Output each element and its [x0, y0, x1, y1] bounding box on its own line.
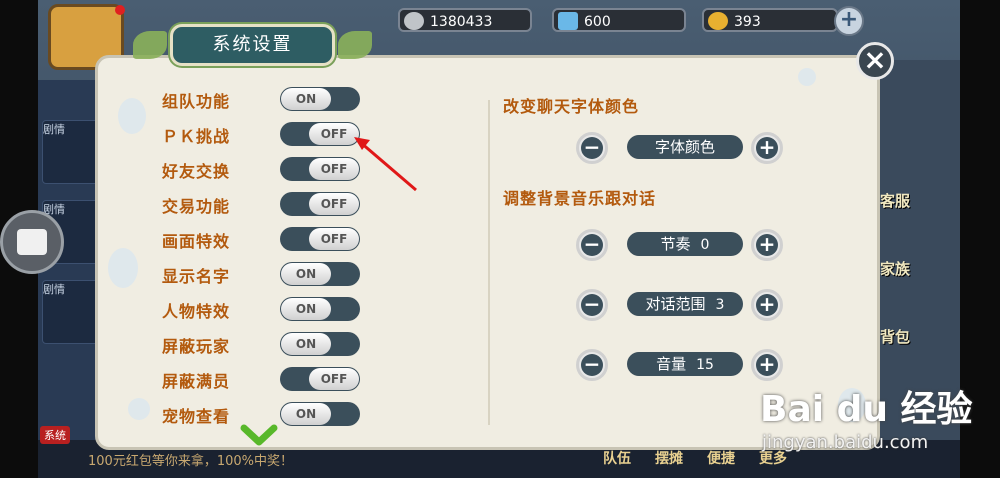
chat-color-heading: 改变聊天字体颜色 [503, 97, 640, 116]
gold-counter: 393 [702, 8, 838, 32]
crystal-value: 600 [584, 14, 611, 30]
gold-icon [708, 12, 728, 30]
plus-icon: + [756, 354, 778, 376]
decor-blob [108, 248, 138, 288]
bgm-value-box: 节奏 0 [627, 232, 743, 256]
toggle-knob: ON [281, 333, 331, 355]
silver-icon [404, 12, 424, 30]
family-label[interactable]: 家族 [880, 258, 910, 279]
bgm-minus-button[interactable]: − [576, 289, 608, 321]
chat-color-label: 字体颜色 [654, 138, 715, 156]
leaf-ornament-left [133, 31, 167, 59]
watermark-url: jingyan.baidu.com [762, 432, 929, 453]
chat-color-button[interactable]: 字体颜色 [627, 135, 743, 159]
option-label: 交易功能 [162, 197, 231, 216]
close-button[interactable]: × [856, 42, 894, 80]
option-label: 宠物查看 [162, 407, 231, 426]
silver-counter: 1380433 [398, 8, 532, 32]
toggle-knob: ON [281, 403, 331, 425]
bgm-label: 音量 [656, 355, 687, 373]
minus-icon: − [581, 234, 603, 256]
bgm-minus-button[interactable]: − [576, 229, 608, 261]
baidu-watermark: Bai du 经验 jingyan.baidu.com [760, 380, 990, 460]
stall-button[interactable]: 摆摊 [655, 448, 683, 468]
minus-icon: − [581, 354, 603, 376]
system-tag: 系统 [40, 426, 70, 444]
floating-assistant-button[interactable] [0, 210, 64, 274]
toggle-knob: ON [281, 88, 331, 110]
option-toggle[interactable]: ON [280, 87, 360, 111]
bgm-label: 节奏 [660, 235, 691, 253]
cat-icon [17, 229, 47, 255]
team-button[interactable]: 队伍 [603, 448, 631, 468]
option-label: 屏蔽满员 [162, 372, 231, 391]
quest-tag: 剧情 [43, 283, 65, 296]
bgm-heading: 调整背景音乐跟对话 [503, 189, 657, 208]
scroll-down-chevron-icon[interactable] [240, 422, 278, 448]
plus-icon: + [756, 234, 778, 256]
toggle-knob: OFF [309, 368, 359, 390]
bgm-value: 3 [715, 297, 725, 313]
minus-icon: − [581, 294, 603, 316]
option-toggle[interactable]: ON [280, 262, 360, 286]
option-label: 人物特效 [162, 302, 231, 321]
option-label: 显示名字 [162, 267, 231, 286]
bgm-value: 0 [700, 237, 710, 253]
option-toggle[interactable]: ON [280, 332, 360, 356]
plus-icon: + [756, 137, 778, 159]
gold-value: 393 [734, 14, 761, 30]
dialog-title: 系统设置 [212, 34, 293, 55]
chat-color-minus-button[interactable]: − [576, 132, 608, 164]
service-label[interactable]: 客服 [880, 190, 910, 211]
decor-blob [128, 398, 150, 420]
recharge-plus-button[interactable]: + [834, 6, 864, 36]
option-label: 画面特效 [162, 232, 231, 251]
ticker-text: 100元红包等你来拿，100%中奖！ [88, 454, 293, 469]
decor-blob [118, 98, 146, 134]
bgm-plus-button[interactable]: + [751, 349, 783, 381]
option-label: 好友交换 [162, 162, 231, 181]
close-icon: × [863, 43, 887, 76]
annotation-arrow [354, 137, 417, 192]
option-toggle[interactable]: OFF [280, 192, 360, 216]
minus-icon: − [581, 137, 603, 159]
panel-divider [488, 100, 490, 425]
quest-tag: 剧情 [43, 123, 65, 136]
bgm-plus-button[interactable]: + [751, 229, 783, 261]
toggle-knob: ON [281, 263, 331, 285]
option-label: 组队功能 [162, 92, 231, 111]
bgm-value-box: 音量 15 [627, 352, 743, 376]
bgm-plus-button[interactable]: + [751, 289, 783, 321]
leaf-ornament-right [338, 31, 372, 59]
chat-color-plus-button[interactable]: + [751, 132, 783, 164]
dialog-title-plate: 系统设置 [133, 24, 372, 66]
option-toggle[interactable]: OFF [280, 227, 360, 251]
bag-label[interactable]: 背包 [880, 326, 910, 347]
shortcut-button[interactable]: 便捷 [707, 448, 735, 468]
bgm-label: 对话范围 [645, 295, 706, 313]
bgm-value-box: 对话范围 3 [627, 292, 743, 316]
option-label: 屏蔽玩家 [162, 337, 231, 356]
option-toggle[interactable]: ON [280, 297, 360, 321]
toggle-knob: ON [281, 298, 331, 320]
crystal-icon [558, 12, 578, 30]
decor-blob [798, 68, 816, 86]
silver-value: 1380433 [430, 14, 493, 30]
watermark-brand: Bai du 经验 [760, 389, 973, 430]
notification-dot [115, 5, 125, 15]
option-label: ＰＫ挑战 [162, 127, 231, 146]
bgm-value: 15 [696, 357, 714, 373]
option-toggle[interactable]: OFF [280, 367, 360, 391]
option-toggle[interactable]: ON [280, 402, 360, 426]
bgm-minus-button[interactable]: − [576, 349, 608, 381]
option-toggle[interactable]: OFF [280, 157, 360, 181]
crystal-counter: 600 [552, 8, 686, 32]
plus-icon: + [756, 294, 778, 316]
toggle-knob: OFF [309, 228, 359, 250]
option-toggle[interactable]: OFF [280, 122, 360, 146]
